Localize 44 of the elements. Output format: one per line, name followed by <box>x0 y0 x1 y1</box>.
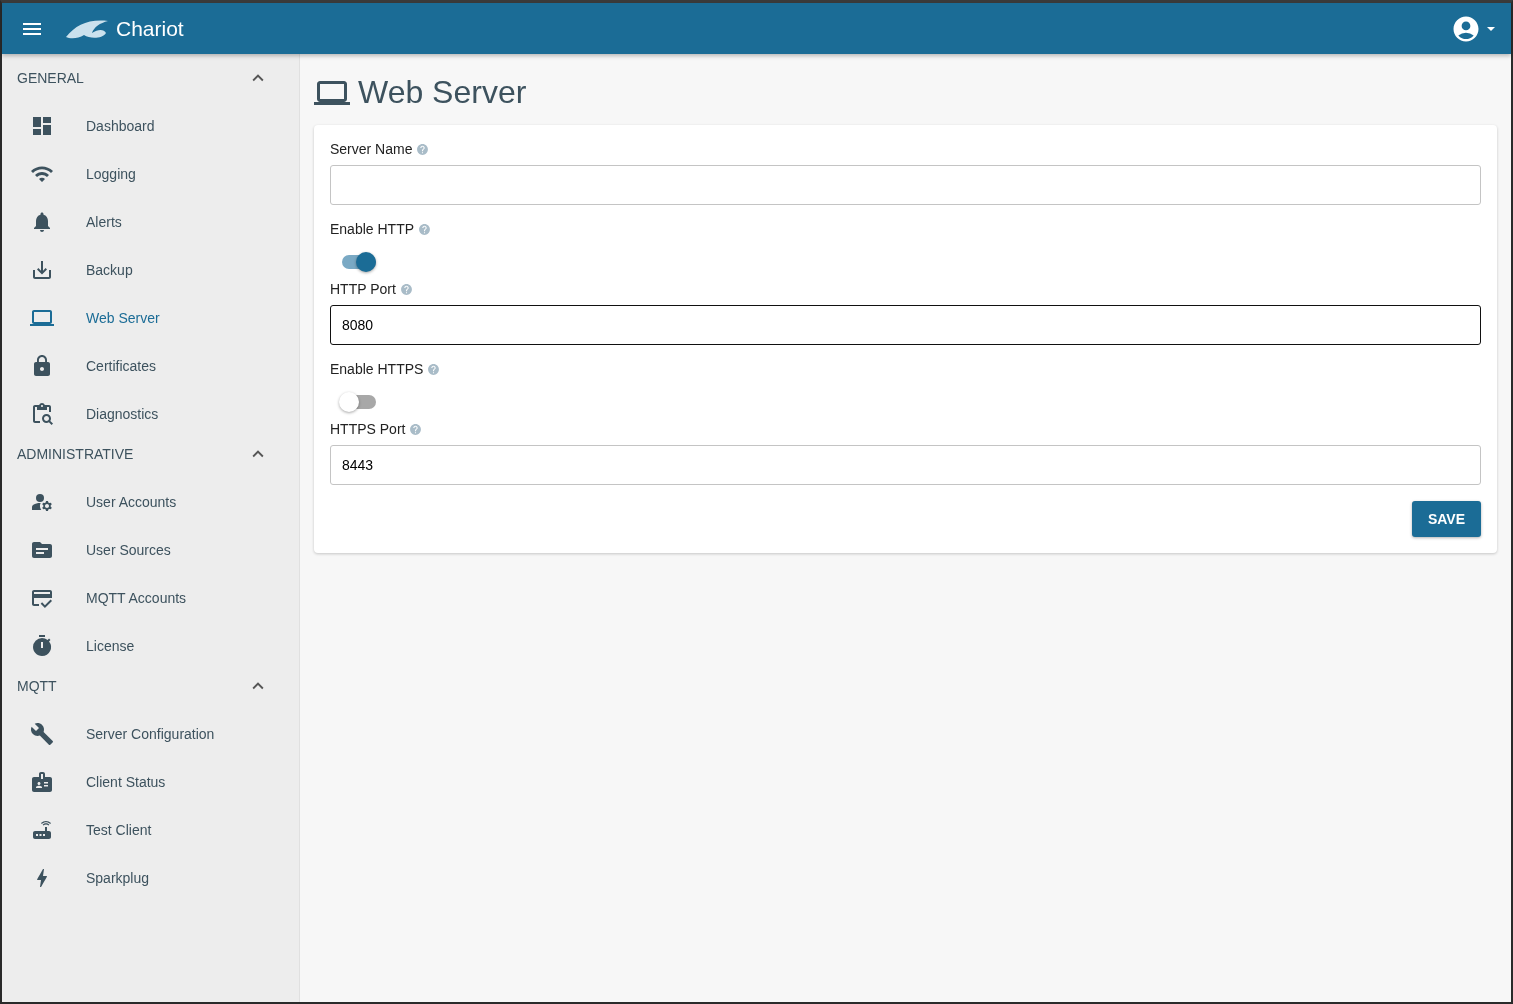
field-label: Server Name <box>330 141 413 157</box>
section-heading: ADMINISTRATIVE <box>17 446 134 462</box>
sidebar-item[interactable]: Alerts <box>2 198 299 246</box>
download-icon <box>30 258 54 282</box>
sidebar-item[interactable]: Client Status <box>2 758 299 806</box>
field-label: HTTPS Port <box>330 421 406 437</box>
badge-icon <box>30 770 54 794</box>
router-icon <box>30 818 54 842</box>
toggle-switch[interactable] <box>342 255 376 269</box>
page-title: Web Server <box>358 74 527 111</box>
dashboard-icon <box>30 114 54 138</box>
sidebar-item[interactable]: Test Client <box>2 806 299 854</box>
text-field[interactable] <box>330 165 1481 205</box>
sidebar-item[interactable]: License <box>2 622 299 670</box>
sidebar-item[interactable]: Sparkplug <box>2 854 299 902</box>
section-heading: MQTT <box>17 678 57 694</box>
help-icon[interactable] <box>409 422 423 436</box>
help-icon[interactable] <box>418 222 432 236</box>
app-title: Chariot <box>116 16 184 41</box>
clipboard-search-icon <box>30 402 54 426</box>
sidebar-item[interactable]: Certificates <box>2 342 299 390</box>
field-label: HTTP Port <box>330 281 396 297</box>
sidebar-item[interactable]: User Accounts <box>2 478 299 526</box>
help-icon[interactable] <box>399 282 413 296</box>
toggle-switch[interactable] <box>342 395 376 409</box>
caret-icon <box>1487 26 1495 31</box>
sidebar-item[interactable]: Web Server <box>2 294 299 342</box>
field-label: Enable HTTP <box>330 221 415 237</box>
sidebar-item[interactable]: MQTT Accounts <box>2 574 299 622</box>
sidebar-item[interactable]: Diagnostics <box>2 390 299 438</box>
sidebar-item[interactable]: Server Configuration <box>2 710 299 758</box>
wrench-icon <box>30 722 54 746</box>
field-label: Enable HTTPS <box>330 361 424 377</box>
save-button[interactable]: SAVE <box>1411 501 1481 537</box>
sidebar-item[interactable]: User Sources <box>2 526 299 574</box>
text-field[interactable]: 8080 <box>330 305 1481 345</box>
section-heading: GENERAL <box>17 70 84 86</box>
text-field[interactable]: 8443 <box>330 445 1481 485</box>
help-icon[interactable] <box>416 142 430 156</box>
sidebar-item[interactable]: Dashboard <box>2 102 299 150</box>
sidebar-item[interactable]: Logging <box>2 150 299 198</box>
stopwatch-icon <box>30 634 54 658</box>
sidebar-item[interactable]: Backup <box>2 246 299 294</box>
help-icon[interactable] <box>427 362 441 376</box>
